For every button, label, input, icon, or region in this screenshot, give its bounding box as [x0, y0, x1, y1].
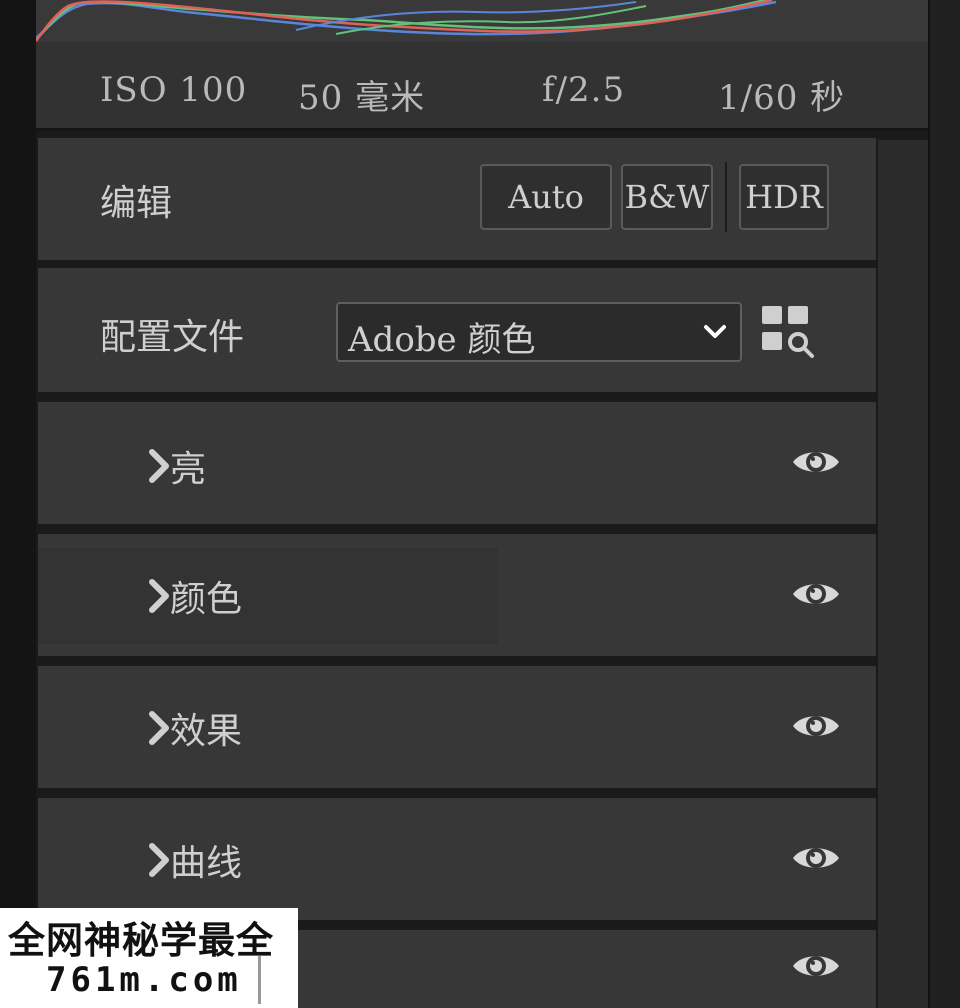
section-color[interactable]: 颜色 — [38, 534, 876, 656]
profile-dropdown-value: Adobe 颜色 — [348, 320, 536, 360]
section-curves-label: 曲线 — [170, 843, 243, 884]
eye-icon[interactable] — [790, 708, 842, 744]
section-light-label: 亮 — [170, 449, 207, 490]
mode-divider — [725, 162, 727, 232]
eye-icon[interactable] — [790, 948, 842, 984]
aperture-value: f/2.5 — [542, 70, 626, 110]
profile-dropdown[interactable]: Adobe 颜色 — [336, 302, 742, 362]
watermark-bar — [258, 956, 261, 1004]
section-color-hover-area — [38, 548, 498, 644]
iso-value: ISO 100 — [100, 70, 248, 110]
histogram-curves — [36, 0, 777, 42]
edit-header-panel: 编辑 Auto B&W HDR — [38, 138, 876, 260]
profile-title: 配置文件 — [100, 317, 245, 358]
section-effects-label: 效果 — [170, 711, 243, 752]
section-color-label: 颜色 — [170, 579, 243, 620]
eye-icon[interactable] — [790, 576, 842, 612]
profile-browser-icon[interactable] — [762, 306, 816, 360]
eye-icon[interactable] — [790, 840, 842, 876]
edit-title: 编辑 — [100, 183, 173, 224]
edit-panel-app: ISO 100 50 毫米 f/2.5 1/60 秒 编辑 Auto B&W H… — [0, 0, 960, 1008]
shutter-speed-value: 1/60 秒 — [718, 78, 846, 118]
left-edge — [0, 0, 36, 1008]
histogram — [36, 0, 928, 42]
camera-info-bar: ISO 100 50 毫米 f/2.5 1/60 秒 — [36, 42, 928, 131]
hdr-button[interactable]: HDR — [739, 164, 829, 230]
watermark-line2: 761m.com — [46, 960, 242, 1000]
panel-scroll-track[interactable] — [878, 140, 928, 1008]
focal-length-value: 50 毫米 — [298, 78, 426, 118]
watermark-line1: 全网神秘学最全 — [8, 919, 274, 962]
profile-panel: 配置文件 Adobe 颜色 — [38, 268, 876, 392]
right-edge — [928, 0, 960, 1008]
chevron-down-icon — [704, 325, 726, 338]
eye-icon[interactable] — [790, 444, 842, 480]
section-effects[interactable]: 效果 — [38, 666, 876, 788]
watermark: 全网神秘学最全 761m.com — [0, 908, 298, 1008]
section-light[interactable]: 亮 — [38, 402, 876, 524]
auto-button[interactable]: Auto — [480, 164, 612, 230]
bw-button[interactable]: B&W — [621, 164, 713, 230]
section-curves[interactable]: 曲线 — [38, 798, 876, 920]
